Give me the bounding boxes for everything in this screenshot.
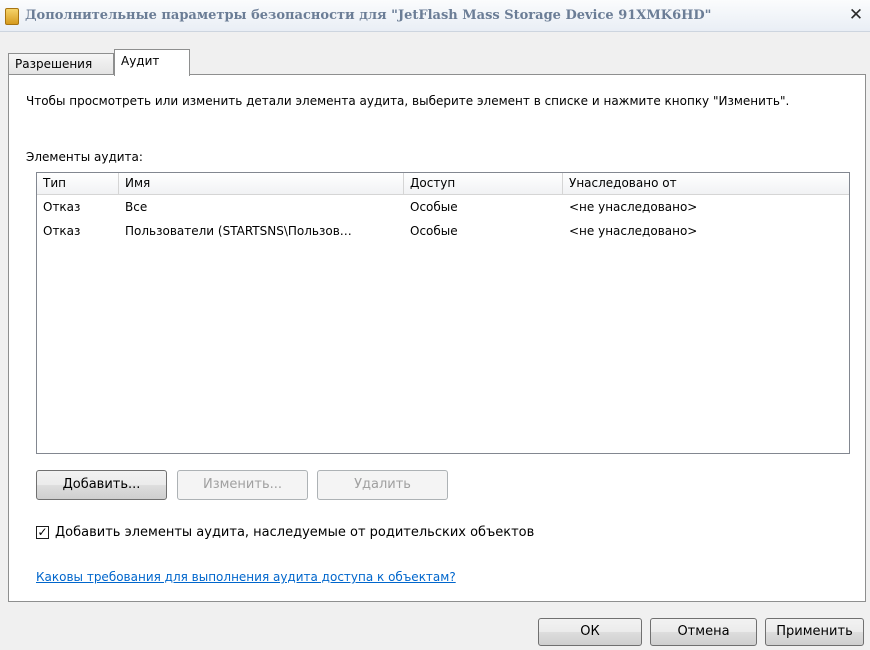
window-title: Дополнительные параметры безопасности дл… — [25, 8, 712, 23]
table-row[interactable]: Отказ Все Особые <не унаследовано> — [37, 197, 849, 219]
tab-audit[interactable]: Аудит — [114, 49, 190, 76]
ok-button[interactable]: ОК — [538, 618, 642, 646]
cancel-button[interactable]: Отмена — [650, 618, 757, 646]
audit-entries-list[interactable]: Тип Имя Доступ Унаследовано от Отказ Все… — [36, 172, 850, 454]
column-header-access[interactable]: Доступ — [404, 173, 563, 195]
cell-access: Особые — [410, 224, 458, 238]
tab-bar: Разрешения Аудит — [8, 49, 866, 76]
cell-name: Все — [125, 200, 148, 214]
cell-name: Пользователи (STARTSNS\Пользов… — [125, 224, 352, 238]
audit-help-link[interactable]: Каковы требования для выполнения аудита … — [36, 570, 456, 584]
folder-icon — [5, 8, 19, 25]
delete-button[interactable]: Удалить — [317, 470, 448, 500]
apply-button[interactable]: Применить — [765, 618, 864, 646]
cell-inherited-from: <не унаследовано> — [569, 224, 698, 238]
title-bar: Дополнительные параметры безопасности дл… — [0, 0, 870, 32]
table-row[interactable]: Отказ Пользователи (STARTSNS\Пользов… Ос… — [37, 221, 849, 243]
cell-inherited-from: <не унаследовано> — [569, 200, 698, 214]
list-header: Тип Имя Доступ Унаследовано от — [37, 173, 849, 195]
change-button[interactable]: Изменить... — [177, 470, 308, 500]
cell-access: Особые — [410, 200, 458, 214]
column-header-inherited-from[interactable]: Унаследовано от — [563, 173, 849, 195]
cell-type: Отказ — [43, 200, 81, 214]
cell-type: Отказ — [43, 224, 81, 238]
column-header-name[interactable]: Имя — [119, 173, 404, 195]
inherit-audit-label[interactable]: Добавить элементы аудита, наследуемые от… — [55, 525, 534, 540]
tab-permissions[interactable]: Разрешения — [8, 53, 114, 75]
instruction-text: Чтобы просмотреть или изменить детали эл… — [26, 94, 790, 108]
column-header-type[interactable]: Тип — [37, 173, 119, 195]
add-button[interactable]: Добавить... — [36, 470, 167, 500]
inherit-audit-checkbox[interactable]: ✓ — [36, 526, 49, 539]
close-button[interactable]: ✕ — [846, 5, 866, 25]
audit-entries-label: Элементы аудита: — [26, 150, 143, 164]
